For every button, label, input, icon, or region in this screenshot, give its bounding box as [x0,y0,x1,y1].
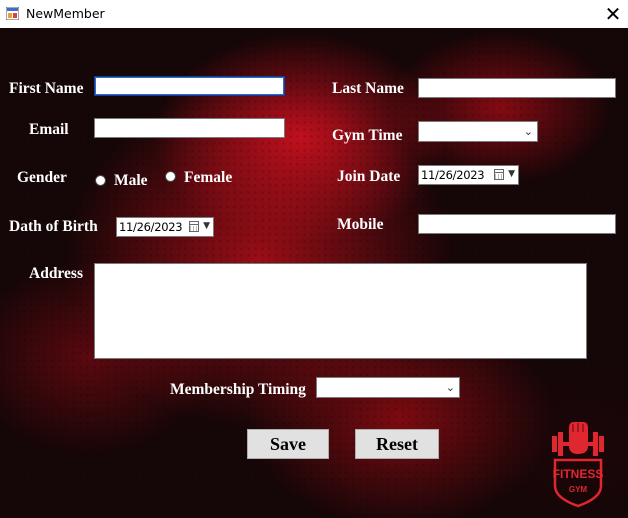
male-radio-label: Male [114,172,148,189]
date-of-birth-value: 11/26/2023 [119,220,183,234]
address-label: Address [29,265,83,282]
first-name-label: First Name [9,80,84,97]
calendar-icon [189,221,199,232]
join-date-label: Join Date [337,168,401,185]
dropdown-arrow-icon: ▼ [203,221,210,231]
app-form-icon [6,7,19,20]
new-member-window: NewMember ✕ First Name Last Name Email G… [0,0,628,518]
email-input[interactable] [94,118,285,138]
email-label: Email [29,121,69,138]
logo-text-fitness: FITNESS [553,467,604,481]
membership-timing-select[interactable]: ⌄ [316,377,460,398]
chevron-down-icon: ⌄ [445,381,455,394]
gender-label: Gender [17,169,67,186]
reset-button[interactable]: Reset [355,429,439,459]
form-body: First Name Last Name Email Gym Time ⌄ Ge… [0,28,628,518]
mobile-label: Mobile [337,216,384,233]
last-name-label: Last Name [332,80,404,97]
join-date-value: 11/26/2023 [421,168,485,182]
last-name-input[interactable] [418,78,616,98]
mobile-input[interactable] [418,214,616,234]
calendar-icon [494,169,504,180]
save-button[interactable]: Save [247,429,329,459]
gym-time-select[interactable]: ⌄ [418,121,538,142]
date-of-birth-label: Dath of Birth [9,218,98,235]
close-icon[interactable]: ✕ [598,0,628,28]
male-radio[interactable] [95,175,106,186]
logo-text-gym: GYM [569,485,588,494]
female-radio[interactable] [165,171,176,182]
join-date-picker[interactable]: 11/26/2023 ▼ [418,165,519,185]
chevron-down-icon: ⌄ [523,125,533,138]
membership-timing-label: Membership Timing [170,381,306,398]
address-textarea[interactable] [94,263,587,359]
gym-time-label: Gym Time [332,127,403,144]
female-radio-label: Female [184,169,233,186]
first-name-input[interactable] [94,76,285,96]
date-of-birth-picker[interactable]: 11/26/2023 ▼ [116,217,214,237]
fitness-gym-logo: FITNESS GYM [552,422,604,508]
dropdown-arrow-icon: ▼ [508,169,515,179]
title-bar: NewMember ✕ [0,0,628,28]
window-title: NewMember [26,6,105,21]
